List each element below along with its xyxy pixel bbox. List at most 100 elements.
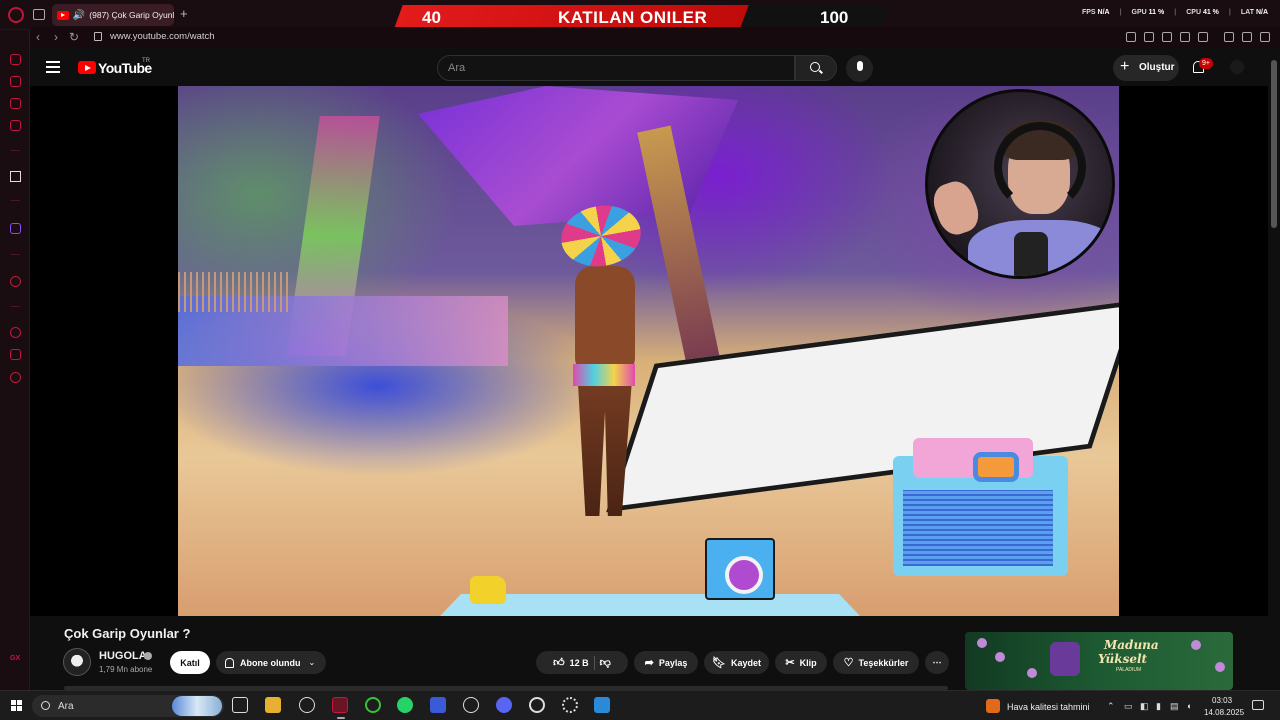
- opera-gx-taskbar-icon[interactable]: [332, 697, 348, 719]
- scissors-icon: ✂: [785, 657, 795, 669]
- streamer-webcam: [925, 89, 1115, 279]
- taskbar-search-icon: [41, 701, 50, 710]
- file-explorer-icon[interactable]: [265, 697, 281, 713]
- tray-chevron-icon[interactable]: ⌃: [1107, 701, 1115, 712]
- more-actions-button[interactable]: ⋯: [925, 651, 949, 674]
- lock-icon[interactable]: [94, 32, 102, 41]
- tray-volume-icon[interactable]: ◖: [1186, 701, 1191, 711]
- sidebar-player-icon[interactable]: [10, 276, 21, 287]
- like-icon[interactable]: 👍︎: [553, 656, 565, 669]
- dislike-icon[interactable]: 👎︎: [600, 656, 611, 669]
- razer-icon[interactable]: [365, 697, 381, 713]
- profile-icon[interactable]: [1224, 32, 1234, 42]
- plus-icon: +: [1120, 58, 1130, 75]
- weather-icon[interactable]: [986, 699, 1000, 713]
- account-avatar[interactable]: [1230, 60, 1244, 74]
- tray-mic-icon[interactable]: ▮: [1156, 701, 1161, 712]
- obs-icon[interactable]: [299, 697, 315, 713]
- share-button[interactable]: ➦ Paylaş: [634, 651, 698, 674]
- perf-cpu: CPU 41 %: [1186, 9, 1219, 16]
- thumbs-up-icon: [470, 576, 506, 604]
- settings-gear-icon[interactable]: [562, 697, 578, 713]
- download-icon[interactable]: [1242, 32, 1252, 42]
- like-count[interactable]: 12 B: [570, 658, 589, 668]
- clock-date[interactable]: 14.08.2025: [1204, 708, 1244, 717]
- browser-tab[interactable]: 🔊 (987) Çok Garip Oyunlar: [52, 4, 174, 26]
- ad-brand: PALADIUM: [1116, 667, 1142, 673]
- youtube-logo-icon[interactable]: [78, 61, 96, 74]
- microphone-icon: [857, 61, 863, 71]
- obs-icon-2[interactable]: [463, 697, 479, 713]
- channel-avatar[interactable]: [63, 648, 91, 676]
- speaker-icon[interactable]: 🔊: [73, 10, 85, 21]
- search-placeholder: Ara: [448, 62, 466, 74]
- player-icon[interactable]: [1180, 32, 1190, 42]
- shield-icon[interactable]: [1162, 32, 1172, 42]
- game-camera-object: [893, 438, 1068, 576]
- back-icon[interactable]: ‹: [36, 30, 40, 44]
- banner-title: KATILAN ONILER: [558, 8, 708, 27]
- browser-menu-icon[interactable]: [1260, 32, 1270, 42]
- tray-app-icon[interactable]: ▭: [1124, 701, 1133, 712]
- save-button[interactable]: 🔖︎ Kaydet: [704, 651, 769, 674]
- perf-fps: FPS N/A: [1081, 9, 1110, 16]
- weather-text[interactable]: Hava kalitesi tahmini: [1007, 702, 1090, 712]
- subscribed-button[interactable]: Abone olundu ⌄: [216, 651, 326, 674]
- reload-icon[interactable]: ↻: [69, 30, 79, 44]
- sidebar-twitch-icon[interactable]: [10, 223, 21, 234]
- camera-hotbar-icon: [705, 538, 775, 600]
- tray-network-icon[interactable]: ▤: [1170, 701, 1179, 712]
- sidebar-aria-icon[interactable]: [10, 171, 21, 182]
- subscribed-label: Abone olundu: [240, 657, 301, 668]
- ad-headline-1: Maduna: [1104, 638, 1159, 652]
- sidebar-news-icon[interactable]: [10, 120, 21, 131]
- sidebar-settings-icon[interactable]: [10, 372, 21, 383]
- tab-switcher-icon[interactable]: [33, 9, 45, 20]
- sidebar-extensions-icon[interactable]: [10, 349, 21, 360]
- snapshot-icon[interactable]: [1144, 32, 1154, 42]
- app-icon-window[interactable]: [594, 697, 610, 713]
- search-icon: [810, 62, 820, 72]
- clip-button[interactable]: ✂ Klip: [775, 651, 827, 674]
- more-icon: ⋯: [932, 657, 942, 667]
- heart-icon[interactable]: [1198, 32, 1208, 42]
- clock-time[interactable]: 03:03: [1212, 696, 1232, 705]
- url-text[interactable]: www.youtube.com/watch: [110, 31, 215, 42]
- chrome-like-icon[interactable]: [529, 697, 545, 713]
- subscriber-count: 1,79 Mn abone: [99, 665, 153, 674]
- sidebar-history-icon[interactable]: [10, 327, 21, 338]
- notification-count-badge: 9+: [1199, 58, 1213, 69]
- whatsapp-icon[interactable]: [397, 697, 413, 713]
- search-highlight-art: [172, 696, 222, 716]
- share-icon: ➦: [644, 657, 654, 669]
- hamburger-menu-icon[interactable]: [46, 61, 60, 73]
- opera-gx-logo-icon[interactable]: [8, 7, 24, 23]
- app-icon-blue[interactable]: [430, 697, 446, 713]
- verified-check-icon: [144, 652, 152, 660]
- share-label: Paylaş: [658, 657, 688, 668]
- scrollbar-thumb[interactable]: [1271, 60, 1277, 228]
- tray-speaker-icon[interactable]: ◧: [1140, 701, 1149, 712]
- game-character: [553, 199, 653, 526]
- video-title: Çok Garip Oyunlar ?: [64, 626, 191, 641]
- windows-start-icon[interactable]: [11, 700, 22, 711]
- create-label: Oluştur: [1139, 62, 1175, 73]
- sidebar-gx-control-icon[interactable]: [10, 76, 21, 87]
- channel-name[interactable]: HUGOLA: [99, 650, 147, 662]
- notification-center-icon[interactable]: [1252, 700, 1264, 710]
- task-view-icon[interactable]: [232, 697, 248, 713]
- join-button[interactable]: Katıl: [170, 651, 210, 674]
- new-tab-button[interactable]: +: [180, 6, 188, 21]
- discord-icon[interactable]: [496, 697, 512, 713]
- search-input[interactable]: [437, 55, 795, 81]
- save-label: Kaydet: [730, 657, 761, 668]
- bookmark-icon[interactable]: [1126, 32, 1136, 42]
- chevron-down-icon: ⌄: [308, 658, 316, 667]
- banner-left-value: 40: [422, 8, 441, 27]
- sidebar-gx-corner-icon[interactable]: [10, 98, 21, 109]
- save-icon: 🔖︎: [712, 657, 726, 669]
- address-bar: [30, 27, 1280, 47]
- thanks-button[interactable]: ♡ Teşekkürler: [833, 651, 919, 674]
- forward-icon[interactable]: ›: [54, 30, 58, 44]
- sidebar-speed-dial-icon[interactable]: [10, 54, 21, 65]
